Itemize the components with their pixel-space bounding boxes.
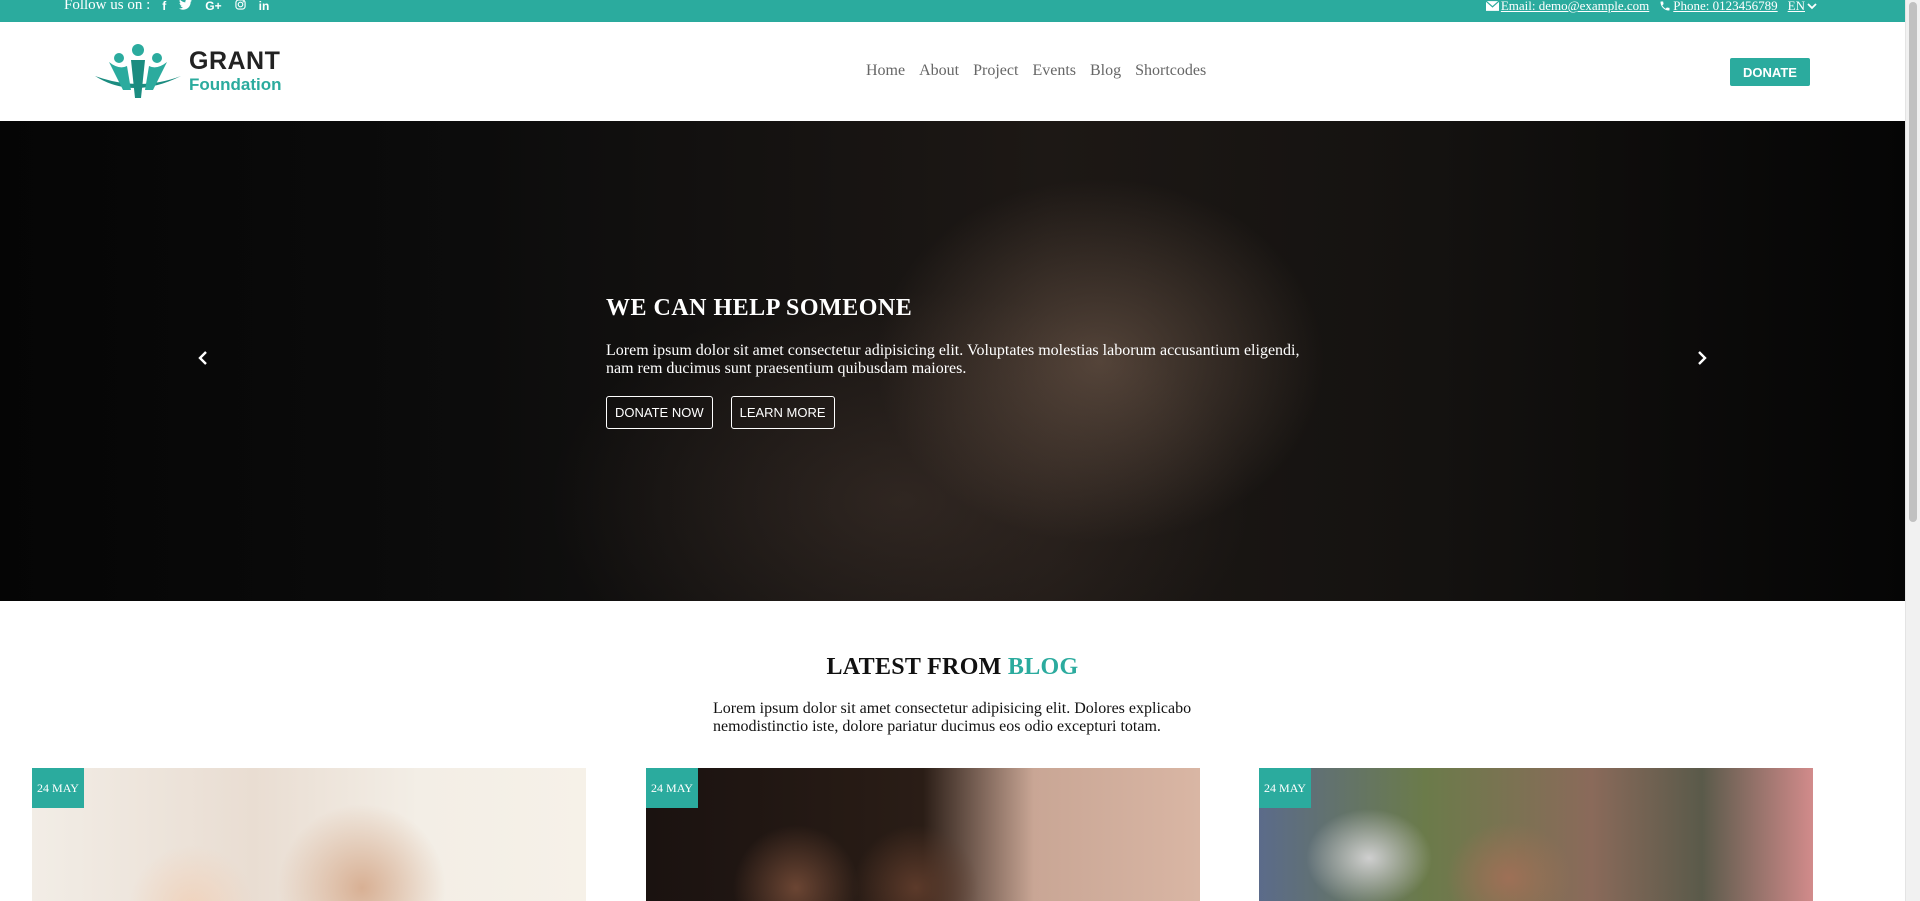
blog-card[interactable]: 24 MAY — [32, 768, 586, 901]
blog-section-title: LATEST FROM BLOG — [0, 654, 1905, 681]
nav-home[interactable]: Home — [866, 62, 905, 80]
site-header: GRANT Foundation Home About Project Even… — [0, 22, 1905, 121]
envelope-icon — [1485, 1, 1499, 11]
slider-next-arrow[interactable] — [1692, 348, 1712, 368]
phone-icon — [1660, 1, 1670, 11]
phone-label: Phone: 0123456789 — [1673, 0, 1778, 13]
blog-title-main: LATEST FROM — [826, 654, 1002, 680]
main-nav: Home About Project Events Blog Shortcode… — [866, 62, 1206, 80]
language-selector[interactable]: EN — [1788, 0, 1817, 14]
site-logo[interactable]: GRANT Foundation — [93, 40, 282, 102]
blog-card[interactable]: 24 MAY — [646, 768, 1200, 901]
hero-content: WE CAN HELP SOMEONE Lorem ipsum dolor si… — [606, 295, 1326, 429]
blog-card-image[interactable] — [1259, 768, 1813, 901]
chevron-left-icon — [198, 351, 207, 365]
hero-text: Lorem ipsum dolor sit amet consectetur a… — [606, 342, 1300, 377]
blog-card-image[interactable] — [32, 768, 586, 901]
nav-project[interactable]: Project — [973, 62, 1018, 80]
blog-card-date: 24 MAY — [646, 768, 698, 808]
nav-events[interactable]: Events — [1032, 62, 1076, 80]
blog-section-header: LATEST FROM BLOG — [0, 654, 1905, 681]
learn-more-button[interactable]: LEARN MORE — [730, 396, 835, 429]
donate-button[interactable]: DONATE — [1730, 58, 1810, 86]
logo-line2: Foundation — [189, 75, 282, 94]
twitter-icon[interactable] — [179, 0, 193, 13]
blog-card-date: 24 MAY — [1259, 768, 1311, 808]
contact-bar: Email: demo@example.com Phone: 012345678… — [1485, 0, 1817, 14]
nav-shortcodes[interactable]: Shortcodes — [1135, 62, 1206, 80]
google-plus-icon[interactable]: G+ — [205, 0, 221, 13]
email-label: Email: demo@example.com — [1500, 0, 1650, 13]
blog-card-image[interactable] — [646, 768, 1200, 901]
scrollbar-thumb[interactable] — [1909, 2, 1917, 522]
logo-text: GRANT Foundation — [189, 47, 282, 94]
facebook-icon[interactable]: f — [162, 0, 166, 13]
logo-line1: GRANT — [189, 47, 281, 75]
blog-card[interactable]: 24 MAY — [1259, 768, 1813, 901]
chevron-right-icon — [1698, 351, 1707, 365]
chevron-down-icon — [1807, 3, 1817, 10]
hero-buttons: DONATE NOW LEARN MORE — [606, 396, 1326, 429]
hero-slider: WE CAN HELP SOMEONE Lorem ipsum dolor si… — [0, 121, 1905, 601]
grant-logo-icon — [95, 44, 181, 98]
blog-description: Lorem ipsum dolor sit amet consectetur a… — [713, 700, 1192, 735]
donate-now-button[interactable]: DONATE NOW — [606, 396, 713, 429]
nav-about[interactable]: About — [919, 62, 959, 80]
blog-title-accent: BLOG — [1007, 654, 1079, 680]
social-links: f G+ in — [162, 0, 269, 13]
top-bar: Follow us on : f G+ in Email: demo@examp… — [0, 0, 1905, 22]
email-link[interactable]: Email: demo@example.com — [1485, 0, 1650, 14]
slider-prev-arrow[interactable] — [193, 348, 213, 368]
follow-label: Follow us on : — [64, 0, 151, 13]
follow-us: Follow us on : f G+ in — [64, 0, 269, 14]
blog-card-date: 24 MAY — [32, 768, 84, 808]
page-scrollbar[interactable] — [1905, 0, 1920, 901]
instagram-icon[interactable] — [234, 0, 246, 13]
linkedin-icon[interactable]: in — [259, 0, 270, 13]
phone-link[interactable]: Phone: 0123456789 — [1659, 0, 1778, 14]
nav-blog[interactable]: Blog — [1090, 62, 1121, 80]
page: Follow us on : f G+ in Email: demo@examp… — [0, 0, 1905, 901]
language-label: EN — [1787, 0, 1805, 13]
hero-title: WE CAN HELP SOMEONE — [606, 295, 913, 321]
